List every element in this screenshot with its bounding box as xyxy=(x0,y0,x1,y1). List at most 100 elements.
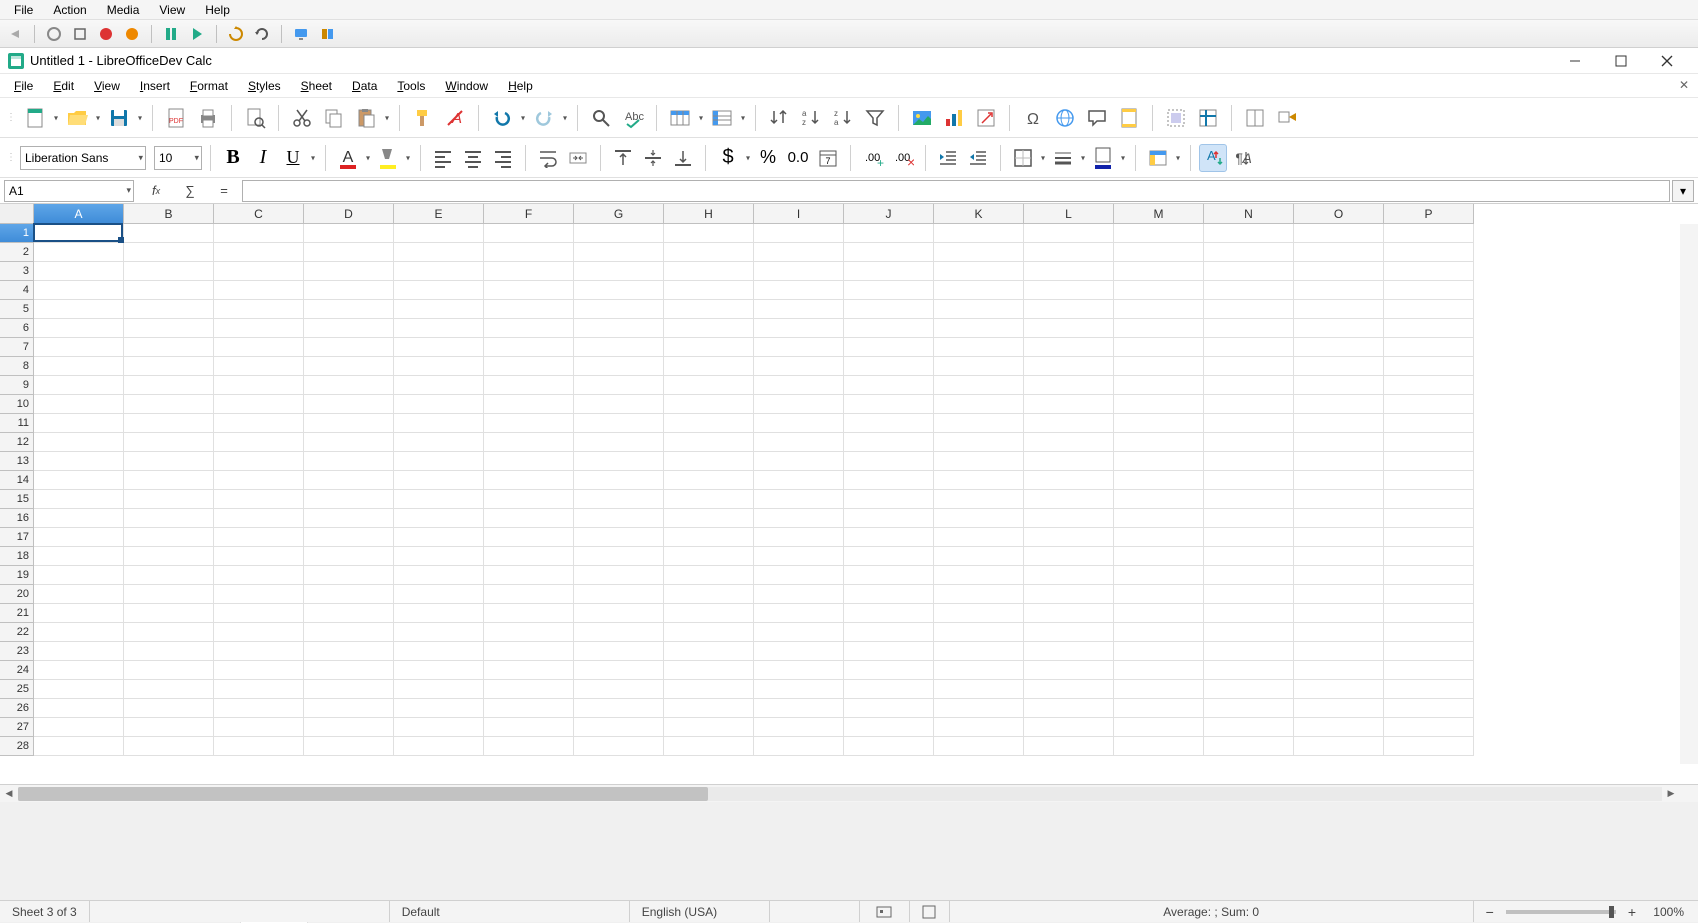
app-menu-tools[interactable]: Tools xyxy=(387,77,435,95)
cell[interactable] xyxy=(124,604,214,623)
cell[interactable] xyxy=(754,262,844,281)
cell[interactable] xyxy=(34,566,124,585)
cell[interactable] xyxy=(934,566,1024,585)
underline-button[interactable]: U▾ xyxy=(279,144,307,172)
column-header[interactable]: B xyxy=(124,204,214,224)
cell[interactable] xyxy=(1024,623,1114,642)
page-style-label[interactable]: Default xyxy=(390,901,630,922)
cell[interactable] xyxy=(1114,566,1204,585)
cell[interactable] xyxy=(394,338,484,357)
cell[interactable] xyxy=(754,471,844,490)
cell[interactable] xyxy=(1204,661,1294,680)
cell[interactable] xyxy=(1294,566,1384,585)
cell[interactable] xyxy=(574,528,664,547)
cell[interactable] xyxy=(574,737,664,756)
cell[interactable] xyxy=(1384,585,1474,604)
cell[interactable] xyxy=(304,661,394,680)
cell[interactable] xyxy=(664,566,754,585)
cell[interactable] xyxy=(844,224,934,243)
cell[interactable] xyxy=(1294,433,1384,452)
row-header[interactable]: 25 xyxy=(0,680,34,699)
special-char-button[interactable]: Ω xyxy=(1018,103,1048,133)
cell[interactable] xyxy=(1384,376,1474,395)
cell[interactable] xyxy=(394,490,484,509)
cell[interactable] xyxy=(34,471,124,490)
cell[interactable] xyxy=(664,490,754,509)
cell[interactable] xyxy=(754,452,844,471)
cell[interactable] xyxy=(34,490,124,509)
row-header[interactable]: 21 xyxy=(0,604,34,623)
cell[interactable] xyxy=(664,585,754,604)
comment-button[interactable] xyxy=(1082,103,1112,133)
cell[interactable] xyxy=(484,452,574,471)
cell[interactable] xyxy=(1024,433,1114,452)
cell[interactable] xyxy=(574,661,664,680)
cell[interactable] xyxy=(1114,357,1204,376)
cell[interactable] xyxy=(214,376,304,395)
cell[interactable] xyxy=(34,718,124,737)
cell[interactable] xyxy=(1024,547,1114,566)
cell[interactable] xyxy=(1204,319,1294,338)
cell[interactable] xyxy=(754,642,844,661)
cell[interactable] xyxy=(844,680,934,699)
increase-indent-button[interactable] xyxy=(934,144,962,172)
row-button[interactable]: ▾ xyxy=(665,103,695,133)
pivot-button[interactable] xyxy=(971,103,1001,133)
row-header[interactable]: 23 xyxy=(0,642,34,661)
cell[interactable] xyxy=(934,623,1024,642)
column-header[interactable]: N xyxy=(1204,204,1294,224)
open-button[interactable]: ▾ xyxy=(62,103,92,133)
row-header[interactable]: 13 xyxy=(0,452,34,471)
styles-button[interactable]: ¶A xyxy=(1229,144,1257,172)
cell[interactable] xyxy=(844,281,934,300)
cell[interactable] xyxy=(754,566,844,585)
cell-summary-label[interactable]: Average: ; Sum: 0 xyxy=(950,901,1474,922)
cell[interactable] xyxy=(574,490,664,509)
cell[interactable] xyxy=(214,528,304,547)
cell[interactable] xyxy=(934,319,1024,338)
cell[interactable] xyxy=(394,452,484,471)
number-button[interactable]: 0.0 xyxy=(784,144,812,172)
formula-expand-button[interactable]: ▾ xyxy=(1672,180,1694,202)
font-color-button[interactable]: A▾ xyxy=(334,144,362,172)
cell[interactable] xyxy=(934,585,1024,604)
cell[interactable] xyxy=(214,509,304,528)
cell[interactable] xyxy=(214,281,304,300)
cell[interactable] xyxy=(214,642,304,661)
row-header[interactable]: 17 xyxy=(0,528,34,547)
cell[interactable] xyxy=(304,262,394,281)
hyperlink-button[interactable] xyxy=(1050,103,1080,133)
cell[interactable] xyxy=(1114,623,1204,642)
cell[interactable] xyxy=(844,642,934,661)
row-header[interactable]: 11 xyxy=(0,414,34,433)
date-button[interactable]: 7 xyxy=(814,144,842,172)
cell[interactable] xyxy=(844,623,934,642)
cell[interactable] xyxy=(124,357,214,376)
borders-button[interactable]: ▾ xyxy=(1009,144,1037,172)
undo-button[interactable]: ▾ xyxy=(487,103,517,133)
cell[interactable] xyxy=(214,699,304,718)
cell[interactable] xyxy=(574,452,664,471)
cell[interactable] xyxy=(754,281,844,300)
cell[interactable] xyxy=(34,699,124,718)
cell[interactable] xyxy=(1204,433,1294,452)
cell[interactable] xyxy=(1294,224,1384,243)
cell[interactable] xyxy=(214,680,304,699)
stop-icon[interactable] xyxy=(69,23,91,45)
cell[interactable] xyxy=(1114,281,1204,300)
cell[interactable] xyxy=(1024,357,1114,376)
cell[interactable] xyxy=(1204,509,1294,528)
maximize-button[interactable] xyxy=(1598,48,1644,73)
row-header[interactable]: 7 xyxy=(0,338,34,357)
cell[interactable] xyxy=(1024,604,1114,623)
cell[interactable] xyxy=(1114,528,1204,547)
cell[interactable] xyxy=(214,566,304,585)
cell[interactable] xyxy=(214,395,304,414)
cell[interactable] xyxy=(574,281,664,300)
cell[interactable] xyxy=(664,414,754,433)
cell[interactable] xyxy=(484,661,574,680)
cell[interactable] xyxy=(214,718,304,737)
row-header[interactable]: 12 xyxy=(0,433,34,452)
cell[interactable] xyxy=(934,300,1024,319)
cell[interactable] xyxy=(664,661,754,680)
